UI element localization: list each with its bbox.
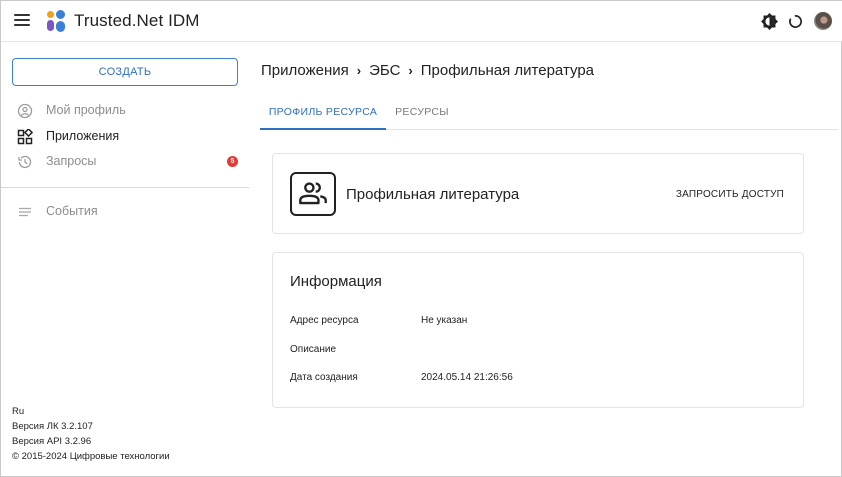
history-icon	[18, 155, 32, 169]
user-avatar[interactable]	[814, 12, 832, 30]
info-card: Информация Адрес ресурса Не указан Описа…	[272, 252, 804, 408]
apps-icon	[17, 129, 33, 145]
breadcrumb-ebs[interactable]: ЭБС	[369, 62, 400, 79]
loading-spinner-icon	[789, 15, 802, 28]
sidebar-item-label: Мой профиль	[46, 103, 126, 117]
tab-resource-profile[interactable]: ПРОФИЛЬ РЕСУРСА	[260, 99, 386, 130]
chevron-right-icon: ›	[356, 63, 362, 78]
app-window: Trusted.Net IDM СОЗДАТЬ Мой профиль Прил…	[0, 0, 842, 477]
tab-resources[interactable]: РЕСУРСЫ	[386, 99, 458, 130]
sidebar-item-applications[interactable]: Приложения	[1, 126, 249, 148]
sidebar-divider	[1, 187, 249, 188]
lk-version: Версия ЛК 3.2.107	[12, 421, 93, 432]
copyright: © 2015-2024 Цифровые технологии	[12, 451, 170, 462]
info-value: 2024.05.14 21:26:56	[421, 372, 513, 383]
info-key: Адрес ресурса	[290, 315, 359, 326]
resource-card: Профильная литература ЗАПРОСИТЬ ДОСТУП	[272, 153, 804, 234]
sidebar: СОЗДАТЬ Мой профиль Приложения Запросы 5…	[1, 42, 249, 477]
app-title: Trusted.Net IDM	[74, 11, 200, 30]
list-icon	[19, 207, 31, 217]
sidebar-item-label: Приложения	[46, 129, 120, 143]
trusted-logo-icon	[47, 10, 65, 32]
theme-toggle-icon[interactable]	[761, 13, 778, 30]
breadcrumb-applications[interactable]: Приложения	[261, 62, 349, 79]
sidebar-item-my-profile[interactable]: Мой профиль	[1, 100, 249, 122]
account-circle-icon	[17, 103, 33, 119]
requests-count-badge: 5	[227, 156, 238, 167]
sidebar-item-label: Запросы	[46, 154, 97, 168]
app-bar: Trusted.Net IDM	[1, 1, 842, 42]
info-key: Дата создания	[290, 372, 358, 383]
info-title: Информация	[290, 273, 382, 290]
resource-name: Профильная литература	[346, 186, 520, 203]
breadcrumb-current: Профильная литература	[420, 62, 595, 79]
sidebar-item-label: События	[46, 204, 98, 218]
create-button[interactable]: СОЗДАТЬ	[12, 58, 238, 86]
info-value: Не указан	[421, 315, 468, 326]
sidebar-item-requests[interactable]: Запросы 5	[1, 151, 249, 173]
api-version: Версия API 3.2.96	[12, 436, 92, 447]
language-switch[interactable]: Ru	[12, 404, 170, 419]
group-icon	[290, 172, 336, 216]
sidebar-footer: Ru Версия ЛК 3.2.107 Версия API 3.2.96 ©…	[12, 404, 170, 464]
sidebar-item-events[interactable]: События	[1, 201, 249, 223]
info-key: Описание	[290, 344, 337, 355]
breadcrumb: Приложения › ЭБС › Профильная литература	[261, 62, 594, 79]
chevron-right-icon: ›	[408, 63, 413, 78]
request-access-button[interactable]: ЗАПРОСИТЬ ДОСТУП	[673, 185, 787, 205]
menu-icon[interactable]	[14, 14, 30, 28]
tab-bar: ПРОФИЛЬ РЕСУРСА РЕСУРСЫ	[260, 99, 838, 130]
